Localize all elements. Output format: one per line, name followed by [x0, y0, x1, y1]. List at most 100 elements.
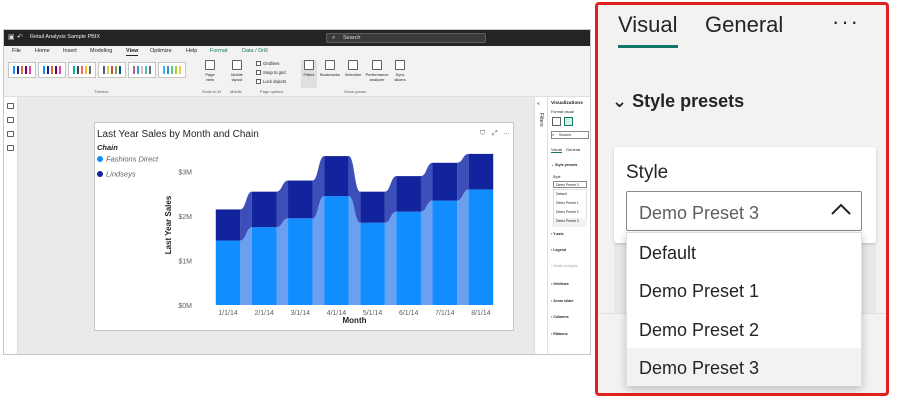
- gridlines-checkbox[interactable]: Gridlines: [256, 61, 280, 67]
- page-view-button[interactable]: Page view: [202, 60, 218, 82]
- viz-tab-general[interactable]: General: [566, 147, 580, 152]
- model-view-icon[interactable]: [7, 131, 14, 137]
- viz-search-placeholder: Search: [559, 133, 572, 137]
- menu-insert[interactable]: Insert: [63, 48, 77, 54]
- report-canvas: Last Year Sales by Month and Chain Chain F…: [18, 97, 534, 354]
- ribbon-fashions: [457, 189, 469, 305]
- viz-style-presets-header[interactable]: ⌄ Style presets: [551, 163, 577, 167]
- bar-fashions-direct: [288, 218, 313, 305]
- performance-analyzer-button[interactable]: Performance analyzer: [364, 60, 390, 82]
- y-tick-label: $1M: [178, 259, 192, 266]
- theme-swatch[interactable]: [128, 62, 156, 78]
- selection-label: Selection: [344, 72, 362, 77]
- chevron-down-icon: ⌄: [612, 91, 628, 111]
- viz-option-default[interactable]: Default: [556, 192, 567, 196]
- snap-to-grid-label: Snap to grid: [263, 70, 286, 75]
- lock-objects-checkbox[interactable]: Lock objects: [256, 79, 287, 85]
- viz-style-select[interactable]: Demo Preset 3: [553, 181, 587, 188]
- viz-section-columns[interactable]: › Columns: [551, 315, 569, 319]
- filters-button[interactable]: Filters: [301, 60, 317, 88]
- theme-swatch[interactable]: [8, 62, 36, 78]
- more-options-icon[interactable]: ···: [832, 9, 860, 35]
- search-placeholder: Search: [343, 35, 361, 41]
- x-tick-label: 6/1/14: [399, 310, 419, 317]
- zoom-tab-visual[interactable]: Visual: [618, 12, 678, 38]
- bar-lindseys: [432, 162, 458, 201]
- viz-section-gridlines[interactable]: › Gridlines: [551, 282, 569, 286]
- selection-button[interactable]: Selection: [343, 60, 363, 77]
- zoom-style-presets-label: Style presets: [632, 91, 745, 111]
- zoom-option-preset-2[interactable]: Demo Preset 2: [627, 310, 861, 348]
- chart-card[interactable]: Last Year Sales by Month and Chain Chain F…: [94, 122, 514, 331]
- viz-section-legend[interactable]: › Legend: [551, 248, 566, 252]
- viz-option-preset-3[interactable]: Demo Preset 3: [554, 218, 587, 227]
- bar-lindseys: [468, 153, 494, 190]
- menu-format[interactable]: Format: [210, 48, 227, 54]
- theme-swatch[interactable]: [98, 62, 126, 78]
- menu-help[interactable]: Help: [186, 48, 197, 54]
- viz-pane-title: Visualizations: [551, 101, 583, 106]
- viz-search-input[interactable]: Search: [551, 131, 589, 139]
- zoom-style-select[interactable]: Demo Preset 3: [626, 191, 862, 231]
- menu-data-drill[interactable]: Data / Drill: [242, 48, 268, 54]
- menu-optimize[interactable]: Optimize: [150, 48, 172, 54]
- dax-view-icon[interactable]: [7, 145, 14, 151]
- ribbon: Themes Page view Scale to fit Mobile lay…: [4, 57, 590, 97]
- collapse-icon[interactable]: «: [537, 101, 540, 107]
- lock-objects-label: Lock objects: [263, 79, 287, 84]
- legend-label: Lindseys: [106, 170, 136, 179]
- page-view-label: Page view: [205, 72, 215, 82]
- format-visual-icon[interactable]: [564, 117, 573, 126]
- viz-tab-visual[interactable]: Visual: [551, 147, 562, 153]
- filter-icon: ⛉: [480, 129, 486, 137]
- menu-view[interactable]: View: [126, 48, 139, 56]
- theme-swatch[interactable]: [158, 62, 186, 78]
- visualizations-pane: Visualizations Format visual Search ⌕ Vi…: [547, 97, 590, 354]
- viz-option-preset-2[interactable]: Demo Preset 2: [556, 210, 579, 214]
- filters-pane[interactable]: « Filters: [534, 97, 547, 354]
- bookmark-icon: [325, 60, 335, 70]
- x-tick-label: 2/1/14: [254, 310, 274, 317]
- viz-section-y-axis[interactable]: › Y-axis: [551, 232, 564, 236]
- viz-section-zoom-slider[interactable]: › Zoom slider: [551, 299, 574, 303]
- ribbon-chart: Last Year Sales by Month and Chain Chain F…: [97, 129, 510, 325]
- snap-to-grid-checkbox[interactable]: Snap to grid: [256, 70, 286, 76]
- page-view-icon: [205, 60, 215, 70]
- search-icon: ⌕: [332, 35, 336, 41]
- group-label-scale: Scale to fit: [202, 89, 221, 94]
- save-icon[interactable]: ▣: [8, 33, 15, 41]
- theme-swatch[interactable]: [38, 62, 66, 78]
- undo-icon[interactable]: ↶: [17, 33, 23, 41]
- build-visual-icon[interactable]: [552, 117, 561, 126]
- viz-section-ribbons[interactable]: › Ribbons: [551, 332, 568, 336]
- mobile-layout-button[interactable]: Mobile layout: [228, 60, 246, 82]
- menu-home[interactable]: Home: [35, 48, 50, 54]
- bar-fashions-direct: [432, 200, 458, 305]
- chevron-up-icon: [831, 203, 851, 215]
- zoom-option-default[interactable]: Default: [627, 233, 861, 271]
- viz-search-icon: ⌕: [552, 132, 555, 137]
- zoom-style-presets-header[interactable]: ⌄ Style presets: [612, 91, 744, 112]
- menu-modeling[interactable]: Modeling: [90, 48, 112, 54]
- search-box[interactable]: ⌕ Search: [326, 33, 486, 43]
- viz-option-preset-1[interactable]: Demo Preset 1: [556, 201, 579, 205]
- legend-title: Chain: [97, 143, 118, 152]
- zoom-option-preset-3[interactable]: Demo Preset 3: [627, 348, 861, 386]
- filters-label: Filters: [303, 72, 315, 77]
- mobile-layout-icon: [232, 60, 242, 70]
- sync-slicers-button[interactable]: Sync slicers: [392, 60, 408, 82]
- zoom-tab-general[interactable]: General: [705, 12, 783, 38]
- viz-section-gridlines-label: Gridlines: [553, 282, 569, 286]
- theme-swatch[interactable]: [68, 62, 96, 78]
- menu-file[interactable]: File: [12, 48, 21, 54]
- viz-section-small-multiples[interactable]: › Small multiples: [551, 264, 577, 268]
- viz-section-columns-label: Columns: [553, 315, 569, 319]
- table-view-icon[interactable]: [7, 117, 14, 123]
- zoom-style-dropdown-list: Default Demo Preset 1 Demo Preset 2 Demo…: [626, 232, 862, 386]
- zoom-option-preset-1[interactable]: Demo Preset 1: [627, 271, 861, 309]
- report-view-icon[interactable]: [7, 103, 14, 109]
- ribbon-fashions: [420, 200, 433, 305]
- legend-marker: [97, 171, 103, 177]
- mobile-layout-label: Mobile layout: [231, 72, 243, 82]
- bookmarks-button[interactable]: Bookmarks: [319, 60, 341, 77]
